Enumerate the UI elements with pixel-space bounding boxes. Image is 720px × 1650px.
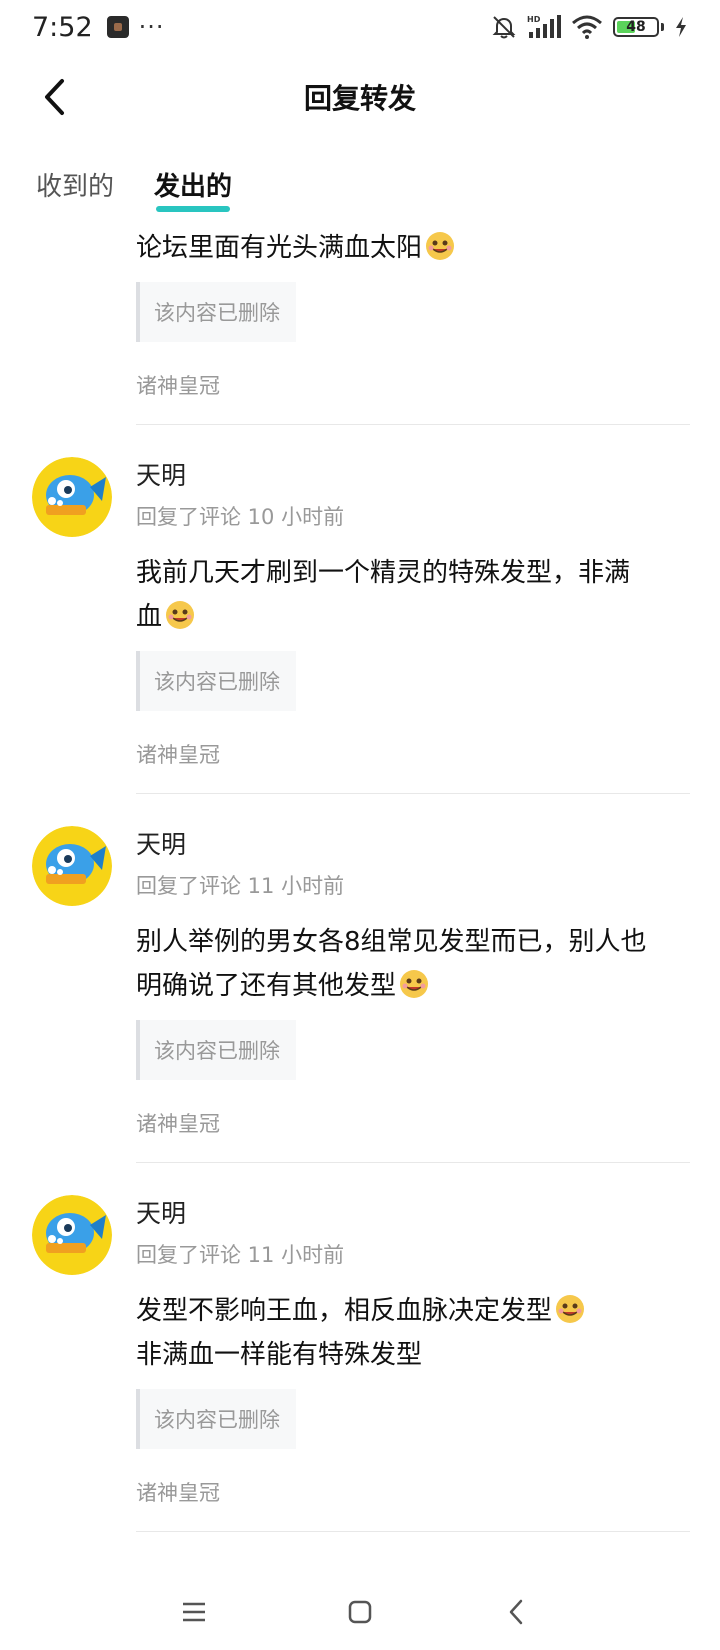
page-title: 回复转发 [303, 82, 416, 115]
status-more-indicator: ··· [138, 13, 165, 41]
user-name[interactable]: 天明 [136, 1199, 690, 1229]
nav-bar: 回复转发 [0, 54, 720, 140]
reply-header: 天明 回复了评论 10 小时前 [32, 425, 690, 539]
quoted-content-text: 该内容已删除 [154, 1039, 280, 1063]
quoted-content-text: 该内容已删除 [154, 670, 280, 694]
status-icons: HD 48 [491, 14, 688, 40]
wifi-icon [572, 15, 602, 39]
cartoon-fish-avatar-icon [32, 1195, 112, 1275]
reply-feed: 论坛里面有光头满血太阳 该内容已删除 诸神皇冠 天明 回复了评论 10 小时前 … [0, 222, 720, 1532]
hd-signal-icon: HD [527, 15, 561, 38]
reply-meta: 回复了评论 11 小时前 [136, 1243, 345, 1267]
menu-icon [183, 1602, 205, 1622]
user-name[interactable]: 天明 [136, 830, 690, 860]
status-time: 7:52 [32, 11, 93, 43]
tab-bar: 收到的 发出的 [0, 150, 720, 212]
comment-text: 发型不影响王血，相反血脉决定发型 非满血一样能有特殊发型 [136, 1289, 690, 1377]
app-notification-icon [106, 16, 129, 38]
quoted-content-box[interactable]: 该内容已删除 [136, 1389, 296, 1449]
menu-button[interactable] [174, 1592, 214, 1632]
drooling-emoji-icon [426, 232, 455, 260]
drooling-emoji-icon [400, 970, 429, 998]
battery-icon: 48 [613, 17, 664, 37]
quoted-content-box[interactable]: 该内容已删除 [136, 1020, 296, 1080]
comment-text-line: 别人举例的男女各8组常见发型而已，别人也 [136, 927, 647, 957]
tab-received[interactable]: 收到的 [36, 150, 114, 203]
status-bar: 7:52 ··· HD 48 [0, 0, 720, 54]
home-icon [348, 1600, 372, 1624]
svg-text:HD: HD [527, 15, 541, 24]
quoted-content-box[interactable]: 该内容已删除 [136, 282, 296, 342]
comment-text: 论坛里面有光头满血太阳 [136, 226, 690, 270]
back-button[interactable] [34, 74, 74, 120]
user-name[interactable]: 天明 [136, 461, 690, 491]
back-icon [509, 1599, 523, 1625]
avatar[interactable] [32, 826, 112, 906]
reply-meta: 回复了评论 10 小时前 [136, 505, 345, 529]
avatar[interactable] [32, 1195, 112, 1275]
comment-text-line: 血 [136, 602, 163, 632]
quoted-content-box[interactable]: 该内容已删除 [136, 651, 296, 711]
comment-text-line: 论坛里面有光头满血太阳 [136, 233, 423, 263]
charging-icon [676, 17, 686, 37]
battery-level: 48 [626, 19, 646, 35]
reply-header: 天明 回复了评论 11 小时前 [32, 794, 690, 908]
chevron-left-icon [45, 79, 64, 115]
divider [136, 1531, 690, 1532]
comment-text: 别人举例的男女各8组常见发型而已，别人也 明确说了还有其他发型 [136, 920, 690, 1008]
system-back-button[interactable] [496, 1592, 536, 1632]
avatar[interactable] [32, 457, 112, 537]
tab-sent-label: 发出的 [154, 172, 233, 202]
source-forum-link[interactable]: 诸神皇冠 [136, 739, 690, 793]
comment-text-line: 发型不影响王血，相反血脉决定发型 [136, 1296, 553, 1326]
drooling-emoji-icon [556, 1295, 585, 1323]
comment-text-line: 我前几天才刷到一个精灵的特殊发型，非满 [136, 558, 631, 588]
source-forum-link[interactable]: 诸神皇冠 [136, 1108, 690, 1162]
comment-text: 我前几天才刷到一个精灵的特殊发型，非满 血 [136, 551, 690, 639]
comment-text-line: 明确说了还有其他发型 [136, 971, 397, 1001]
reply-item[interactable]: 天明 回复了评论 11 小时前 发型不影响王血，相反血脉决定发型 非满血一样能有… [0, 1163, 720, 1532]
reply-header: 天明 回复了评论 11 小时前 [32, 1163, 690, 1277]
reply-item[interactable]: 论坛里面有光头满血太阳 该内容已删除 诸神皇冠 [0, 226, 720, 425]
reply-meta: 回复了评论 11 小时前 [136, 874, 345, 898]
reply-item[interactable]: 天明 回复了评论 10 小时前 我前几天才刷到一个精灵的特殊发型，非满 血 该内… [0, 425, 720, 794]
system-nav-bar [0, 1570, 720, 1650]
tab-sent[interactable]: 发出的 [154, 150, 233, 212]
cartoon-fish-avatar-icon [32, 457, 112, 537]
reply-item[interactable]: 天明 回复了评论 11 小时前 别人举例的男女各8组常见发型而已，别人也 明确说… [0, 794, 720, 1163]
quoted-content-text: 该内容已删除 [154, 301, 280, 325]
source-forum-link[interactable]: 诸神皇冠 [136, 370, 690, 424]
source-forum-link[interactable]: 诸神皇冠 [136, 1477, 690, 1531]
home-button[interactable] [340, 1592, 380, 1632]
mute-bell-icon [492, 16, 516, 39]
tab-received-label: 收到的 [36, 172, 115, 202]
comment-text-line: 非满血一样能有特殊发型 [136, 1340, 423, 1370]
drooling-emoji-icon [166, 601, 195, 629]
cartoon-fish-avatar-icon [32, 826, 112, 906]
quoted-content-text: 该内容已删除 [154, 1408, 280, 1432]
active-tab-indicator [156, 206, 231, 212]
